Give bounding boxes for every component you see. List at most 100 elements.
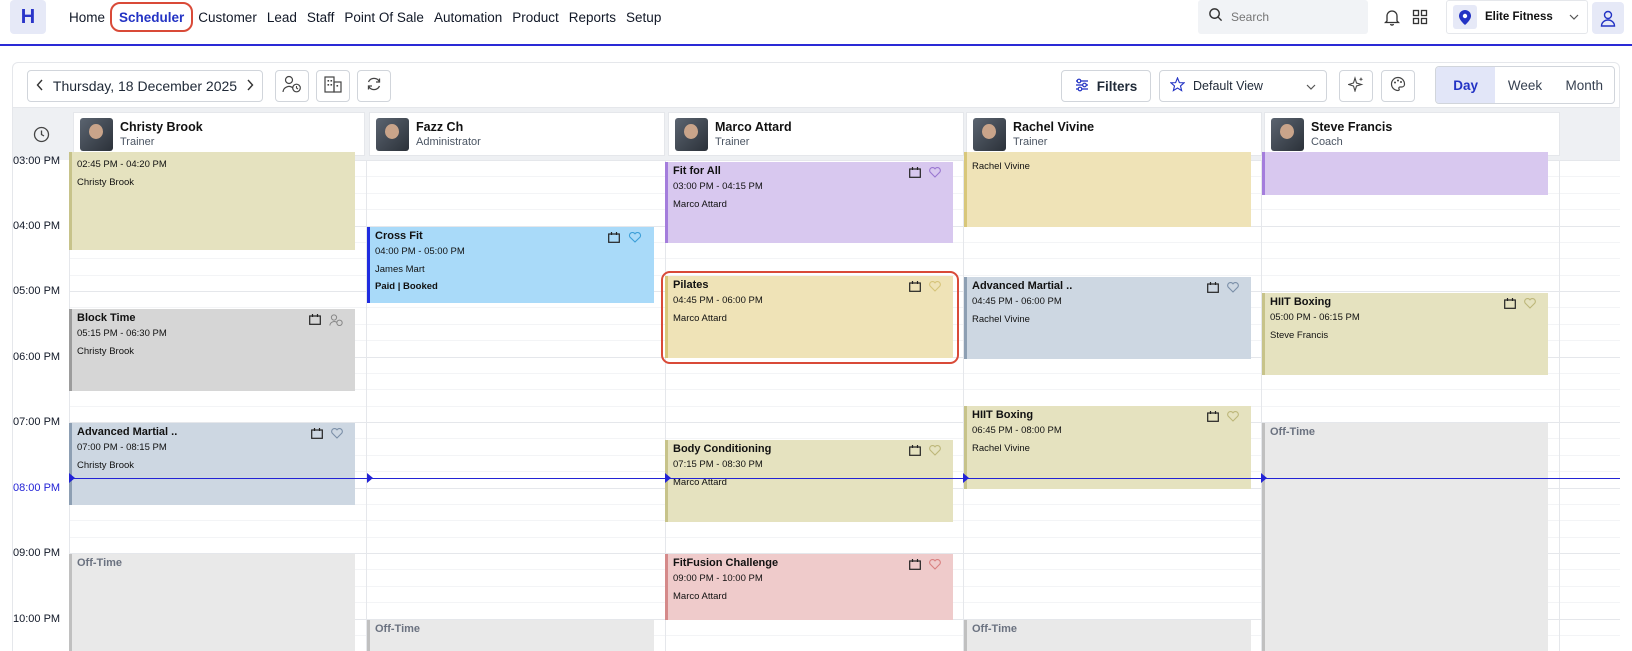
resource-fazz-ch[interactable]: Fazz Ch Administrator [369,112,665,156]
event-icons [909,559,941,570]
view-label: Default View [1193,79,1263,93]
event-card[interactable]: Cross Fit 04:00 PM - 05:00 PM James Mart… [367,227,654,303]
resource-role: Coach [1311,136,1343,148]
sparkle-icon [1346,75,1364,97]
event-card[interactable] [1262,152,1548,195]
view-day[interactable]: Day [1436,67,1496,103]
event-card[interactable]: 02:45 PM - 04:20 PM Christy Brook [69,152,355,250]
calendar-icon[interactable] [909,559,921,570]
ai-sparkle-button[interactable] [1339,70,1373,102]
building-icon [323,75,343,98]
current-time-marker [367,473,373,483]
nav-customer[interactable]: Customer [193,2,262,32]
event-card[interactable]: FitFusion Challenge 09:00 PM - 10:00 PM … [665,554,953,620]
heart-icon[interactable] [929,559,941,570]
event-time: 02:45 PM - 04:20 PM [77,159,167,170]
heart-icon[interactable] [628,232,642,243]
heart-icon[interactable] [929,445,941,456]
filters-button[interactable]: Filters [1061,70,1151,102]
nav-automation[interactable]: Automation [429,2,507,32]
location-pin-icon [1453,5,1477,29]
event-card[interactable]: Advanced Martial .. 04:45 PM - 06:00 PM … [964,277,1251,359]
resource-role: Trainer [715,136,750,148]
resource-rachel-vivine[interactable]: Rachel Vivine Trainer [966,112,1262,156]
calendar-icon[interactable] [909,167,921,178]
nav-home[interactable]: Home [64,2,110,32]
nav-point-of-sale[interactable]: Point Of Sale [339,2,429,32]
event-icons [1504,298,1536,309]
event-off-time[interactable]: Off-Time [367,620,654,651]
view-week[interactable]: Week [1495,67,1554,103]
time-label: 07:00 PM [13,416,61,428]
calendar-icon[interactable] [608,232,620,243]
event-card[interactable]: Advanced Martial .. 07:00 PM - 08:15 PM … [69,423,355,505]
event-title: Off-Time [77,557,123,569]
color-theme-button[interactable] [1381,70,1415,102]
current-date[interactable]: Thursday, 18 December 2025 [53,78,237,94]
heart-icon[interactable] [929,167,941,178]
calendar-icon[interactable] [1504,298,1516,309]
calendar-icon[interactable] [909,445,921,456]
event-title: FitFusion Challenge [673,557,779,569]
location-selector[interactable]: Elite Fitness [1446,0,1588,34]
user-profile-icon[interactable] [1592,2,1624,34]
event-off-time[interactable]: Off-Time [964,620,1251,651]
event-title: Advanced Martial .. [972,280,1073,292]
heart-icon[interactable] [1227,411,1239,422]
event-title: HIIT Boxing [1270,296,1332,308]
nav-setup[interactable]: Setup [621,2,666,32]
event-card[interactable]: Body Conditioning 07:15 PM - 08:30 PM Ma… [665,440,953,522]
calendar-icon[interactable] [311,428,323,439]
chevron-left-icon[interactable] [36,78,44,94]
time-label: 04:00 PM [13,220,61,232]
facility-button[interactable] [316,70,350,102]
resource-marco-attard[interactable]: Marco Attard Trainer [668,112,964,156]
event-card[interactable]: Fit for All 03:00 PM - 04:15 PM Marco At… [665,162,953,243]
bell-icon[interactable] [1383,8,1401,26]
resource-name: Fazz Ch [416,120,464,134]
event-icons [608,232,642,243]
nav-staff[interactable]: Staff [302,2,340,32]
view-month[interactable]: Month [1555,67,1614,103]
nav-lead[interactable]: Lead [262,2,302,32]
avatar [973,117,1006,151]
app-logo[interactable]: H [10,0,46,34]
resource-christy-brook[interactable]: Christy Brook Trainer [73,112,365,156]
event-icons [909,167,941,178]
calendar-icon[interactable] [309,314,321,326]
resource-steve-francis[interactable]: Steve Francis Coach [1264,112,1560,156]
heart-icon[interactable] [1524,298,1536,309]
current-time-marker [1261,473,1267,483]
event-icons [309,314,343,326]
event-card[interactable]: HIIT Boxing 05:00 PM - 06:15 PM Steve Fr… [1262,293,1548,375]
heart-icon[interactable] [331,428,343,439]
search-input[interactable] [1231,10,1361,24]
event-card[interactable]: Rachel Vivine [964,152,1251,227]
current-time-marker [69,473,75,483]
event-time: 07:15 PM - 08:30 PM [673,459,763,470]
event-off-time[interactable]: Off-Time [1262,423,1548,651]
palette-icon [1390,76,1406,97]
selection-highlight [661,271,959,364]
calendar-icon[interactable] [1207,282,1219,293]
event-card[interactable]: HIIT Boxing 06:45 PM - 08:00 PM Rachel V… [964,406,1251,489]
staff-schedule-button[interactable] [275,70,309,102]
nav-product[interactable]: Product [507,2,564,32]
event-time: 04:00 PM - 05:00 PM [375,246,465,257]
event-staff: Christy Brook [77,346,135,357]
view-selector[interactable]: Default View [1159,70,1327,102]
view-mode-toggle: Day Week Month [1435,66,1615,104]
event-card[interactable]: Block Time 05:15 PM - 06:30 PM Christy B… [69,309,355,391]
heart-icon[interactable] [1227,282,1239,293]
event-off-time[interactable]: Off-Time [69,554,355,651]
nav-reports[interactable]: Reports [564,2,621,32]
search-box[interactable] [1198,0,1368,34]
time-label: 10:00 PM [13,613,61,625]
apps-grid-icon[interactable] [1411,8,1429,26]
chevron-right-icon[interactable] [246,78,254,94]
avatar [675,117,708,151]
nav-scheduler[interactable]: Scheduler [110,2,194,32]
refresh-button[interactable] [357,70,391,102]
user-clock-icon[interactable] [329,314,343,326]
calendar-icon[interactable] [1207,411,1219,422]
